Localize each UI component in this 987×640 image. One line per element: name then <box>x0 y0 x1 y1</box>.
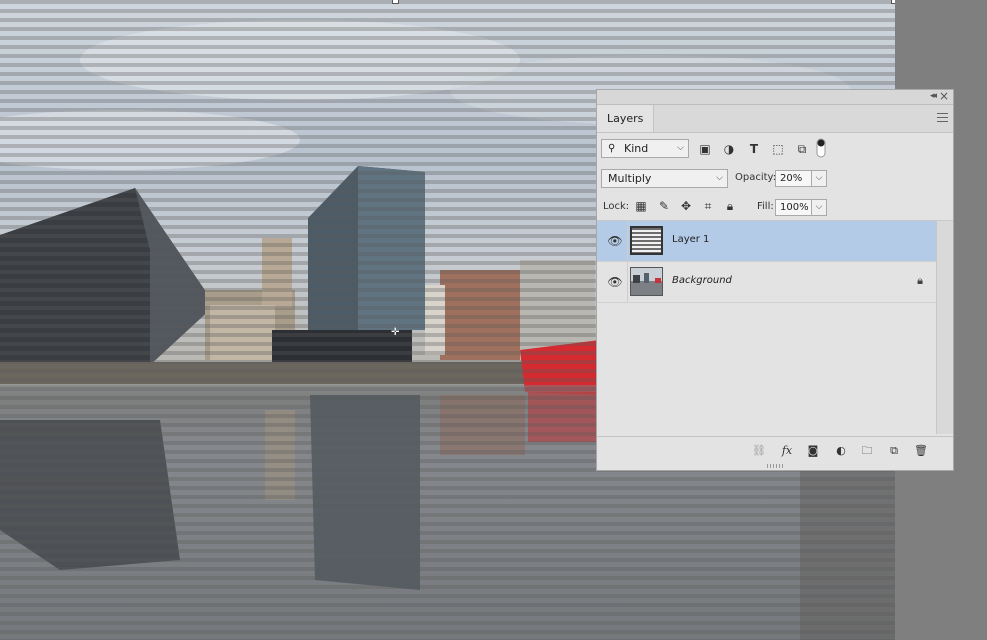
collapse-icon[interactable]: ◂◂ <box>930 91 937 101</box>
fx-icon[interactable]: fx <box>779 443 795 459</box>
mask-icon[interactable]: ◙ <box>805 443 821 459</box>
resize-grip[interactable] <box>767 464 785 468</box>
blend-row: Multiply ⌵ Opacity: 20% ⌵ <box>597 166 953 192</box>
layer-thumbnail <box>630 226 663 255</box>
opacity-label: Opacity: <box>735 172 777 183</box>
panel-menu-icon[interactable] <box>937 113 948 122</box>
lock-icon: 🔒︎ <box>917 274 923 287</box>
blend-mode-dropdown[interactable]: Multiply ⌵ <box>601 169 728 188</box>
trash-icon[interactable]: 🗑︎ <box>913 443 929 459</box>
layer-row-background[interactable]: 👁︎ Background 🔒︎ <box>597 262 937 303</box>
tab-bar: Layers <box>597 105 953 133</box>
close-icon[interactable]: × <box>939 89 949 103</box>
lock-row: Lock: ▦ ✎ ✥ ⌗ 🔒︎ Fill: 100% ⌵ <box>597 194 953 221</box>
visibility-cell[interactable]: 👁︎ <box>597 262 628 302</box>
fill-slider-toggle[interactable]: ⌵ <box>811 199 827 216</box>
smart-object-filter-icon[interactable]: ⧉ <box>794 141 810 157</box>
crosshair-cursor-icon: ✛ <box>391 327 400 338</box>
fill-label: Fill: <box>757 201 774 212</box>
layer-list-scrollbar[interactable] <box>936 221 953 434</box>
adjustment-filter-icon[interactable]: ◑ <box>721 141 737 157</box>
type-filter-icon[interactable]: T <box>746 141 762 157</box>
adjustment-icon[interactable]: ◐ <box>833 443 849 459</box>
lock-artboard-icon[interactable]: ⌗ <box>700 198 716 214</box>
opacity-slider-toggle[interactable]: ⌵ <box>811 170 827 187</box>
layer-name[interactable]: Layer 1 <box>672 234 709 245</box>
pixel-filter-icon[interactable]: ▣ <box>697 141 713 157</box>
chevron-down-icon: ⌵ <box>716 173 723 183</box>
layer-row-layer-1[interactable]: 👁︎ Layer 1 <box>597 221 937 262</box>
lock-all-icon[interactable]: 🔒︎ <box>722 198 738 214</box>
shape-filter-icon[interactable]: ⬚ <box>770 141 786 157</box>
lock-label: Lock: <box>603 201 630 212</box>
panel-title-bar[interactable]: ◂◂ × <box>597 89 953 105</box>
filter-row: ⚲ Kind ⌵ ▣ ◑ T ⬚ ⧉ <box>597 135 953 163</box>
layer-thumbnail <box>630 267 663 296</box>
panel-footer: ⛓︎ fx ◙ ◐ 🗀︎ ⧉ 🗑︎ <box>597 436 953 465</box>
lock-transparent-pixels-icon[interactable]: ▦ <box>633 198 649 214</box>
visibility-cell[interactable]: 👁︎ <box>597 221 628 261</box>
filter-kind-label: Kind <box>624 142 649 155</box>
fill-input[interactable]: 100% <box>775 199 812 216</box>
layer-name[interactable]: Background <box>672 275 732 286</box>
lock-position-icon[interactable]: ✥ <box>678 198 694 214</box>
link-icon[interactable]: ⛓︎ <box>751 443 767 459</box>
eye-icon[interactable]: 👁︎ <box>607 233 623 249</box>
transform-handle[interactable] <box>392 0 399 4</box>
blend-mode-value: Multiply <box>608 172 652 185</box>
filter-kind-dropdown[interactable]: ⚲ Kind ⌵ <box>601 139 689 158</box>
filter-toggle-icon[interactable] <box>816 138 826 158</box>
layers-panel[interactable]: ◂◂ × Layers ⚲ Kind ⌵ ▣ ◑ T ⬚ ⧉ Multiply … <box>596 89 954 471</box>
chevron-down-icon: ⌵ <box>677 143 684 153</box>
folder-icon[interactable]: 🗀︎ <box>859 443 875 459</box>
tab-layers[interactable]: Layers <box>597 105 655 132</box>
lock-image-pixels-icon[interactable]: ✎ <box>656 198 672 214</box>
new-layer-icon[interactable]: ⧉ <box>886 443 902 459</box>
eye-icon[interactable]: 👁︎ <box>607 274 623 290</box>
layer-list[interactable]: 👁︎ Layer 1 👁︎ Background 🔒︎ <box>597 221 937 434</box>
opacity-input[interactable]: 20% <box>775 170 812 187</box>
search-icon: ⚲ <box>608 143 616 154</box>
